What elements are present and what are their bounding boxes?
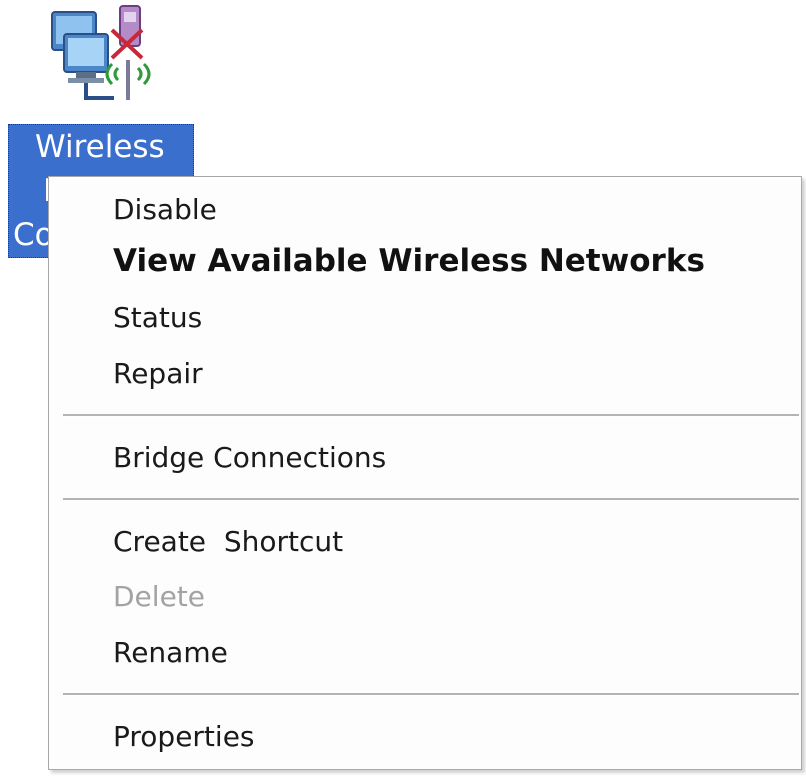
network-computer-icon — [51, 5, 151, 100]
context-menu: Disable View Available Wireless Networks… — [48, 176, 802, 770]
menu-separator — [63, 498, 799, 501]
menu-separator — [63, 414, 799, 417]
menu-item-repair[interactable]: Repair — [113, 357, 203, 390]
menu-separator — [63, 693, 799, 696]
menu-item-create-shortcut[interactable]: Create Shortcut — [113, 525, 343, 558]
menu-item-view-available-wireless-networks[interactable]: View Available Wireless Networks — [113, 243, 705, 279]
wireless-network-connection-icon[interactable] — [42, 0, 172, 110]
icon-label-line-1: Wireless — [35, 129, 165, 165]
menu-item-properties[interactable]: Properties — [113, 720, 255, 753]
menu-item-status[interactable]: Status — [113, 301, 202, 334]
menu-item-delete[interactable]: Delete — [113, 580, 205, 613]
menu-item-disable[interactable]: Disable — [113, 193, 217, 226]
menu-item-rename[interactable]: Rename — [113, 636, 228, 669]
menu-item-bridge-connections[interactable]: Bridge Connections — [113, 441, 386, 474]
